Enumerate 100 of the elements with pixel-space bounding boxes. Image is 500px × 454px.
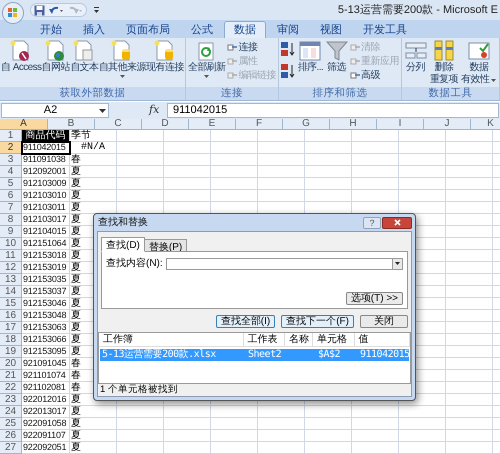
table-cell: 夏	[70, 406, 117, 418]
table-cell: 912153037	[22, 286, 70, 298]
link-icon	[350, 42, 360, 52]
table-cell: 912103010	[22, 190, 70, 202]
column-header[interactable]: D	[142, 119, 189, 130]
column-header[interactable]: A	[0, 119, 48, 130]
ribbon-tab[interactable]: 页面布局	[116, 21, 180, 38]
help-button[interactable]: ?	[363, 216, 381, 228]
table-cell: 912103011	[22, 202, 70, 214]
column-header[interactable]: K	[471, 119, 500, 130]
ribbon-button[interactable]: 数据 有效性	[461, 40, 496, 86]
caret-icon	[120, 75, 125, 78]
ribbon-tab[interactable]: 视图	[310, 21, 352, 38]
ribbon-tab[interactable]: 数据	[224, 21, 266, 38]
column-header[interactable]: J	[424, 119, 471, 130]
ribbon-button[interactable]: 分列	[404, 40, 427, 74]
row-header[interactable]: 3	[0, 154, 22, 166]
ribbon-button[interactable]: 自文本	[70, 40, 98, 74]
row-header[interactable]: 21	[0, 370, 22, 382]
column-header[interactable]: B	[48, 119, 95, 130]
row-header[interactable]: 23	[0, 394, 22, 406]
table-cell: 夏	[70, 418, 117, 430]
table-cell: 912151064	[22, 238, 70, 250]
column-header[interactable]: C	[95, 119, 142, 130]
table-cell: 911042015	[22, 142, 70, 154]
row-header[interactable]: 16	[0, 310, 22, 322]
ribbon-group-label: 获取外部数据	[0, 87, 185, 100]
find-input-field[interactable]	[166, 258, 403, 270]
table-cell: 商品代码	[22, 130, 70, 142]
row-header[interactable]: 18	[0, 334, 22, 346]
column-header[interactable]: E	[189, 119, 236, 130]
column-header[interactable]: F	[236, 119, 283, 130]
row-header[interactable]: 14	[0, 286, 22, 298]
table-cell: 912153048	[22, 310, 70, 322]
row-header[interactable]: 20	[0, 358, 22, 370]
column-header[interactable]: 值	[354, 333, 410, 346]
ribbon-button[interactable]: 高级	[350, 69, 399, 81]
filter-icon	[326, 40, 348, 61]
table-cell: 922013017	[22, 406, 70, 418]
sort-descending-button[interactable]	[281, 64, 296, 78]
name-box[interactable]: A2	[1, 103, 109, 118]
table-cell: 912104015	[22, 226, 70, 238]
row-header[interactable]: 13	[0, 274, 22, 286]
ribbon-button[interactable]: 自网站	[42, 40, 70, 74]
ribbon-tab[interactable]: 插入	[73, 21, 115, 38]
row-header[interactable]: 4	[0, 166, 22, 178]
row-header[interactable]: 22	[0, 382, 22, 394]
row-header[interactable]: 8	[0, 214, 22, 226]
ribbon-button[interactable]: 筛选	[326, 40, 348, 74]
function-label[interactable]: fx	[149, 102, 165, 119]
row-header[interactable]: 2	[0, 142, 22, 154]
column-header[interactable]: 名称	[285, 333, 313, 346]
ribbon-button[interactable]: 删除 重复项	[430, 40, 458, 86]
row-header[interactable]: 6	[0, 190, 22, 202]
dialog-tab[interactable]: 查找(D)	[101, 237, 145, 252]
dialog-button[interactable]: 查找下一个(F)	[281, 315, 354, 328]
dialog-button[interactable]: 查找全部(I)	[216, 315, 276, 328]
row-header[interactable]: 5	[0, 178, 22, 190]
table-cell: 912092001	[22, 166, 70, 178]
row-header[interactable]: 15	[0, 298, 22, 310]
row-header[interactable]: 11	[0, 250, 22, 262]
column-header[interactable]: H	[330, 119, 377, 130]
formula-input[interactable]: 911042015	[167, 103, 499, 118]
row-header[interactable]: 24	[0, 406, 22, 418]
sort-ascending-button[interactable]	[281, 42, 296, 56]
row-header[interactable]: 25	[0, 418, 22, 430]
ribbon-tab[interactable]: 开发工具	[353, 21, 417, 38]
row-header[interactable]: 26	[0, 430, 22, 442]
ribbon-tab[interactable]: 开始	[30, 21, 72, 38]
table-cell: 春	[70, 154, 117, 166]
sort-ascending-icon	[281, 42, 296, 56]
table-cell: #N/A	[70, 142, 117, 154]
row-header[interactable]: 27	[0, 442, 22, 454]
column-header[interactable]: 工作表	[244, 333, 286, 346]
row-header[interactable]: 1	[0, 130, 22, 142]
table-cell: 922091058	[22, 418, 70, 430]
table-cell: 夏	[70, 430, 117, 442]
row-header[interactable]: 17	[0, 322, 22, 334]
column-header[interactable]: G	[283, 119, 330, 130]
column-header[interactable]: 单元格	[312, 333, 355, 346]
row-header[interactable]: 10	[0, 238, 22, 250]
table-cell: 912153063	[22, 322, 70, 334]
ribbon-tab[interactable]: 公式	[181, 21, 223, 38]
column-header[interactable]: 工作簿	[99, 333, 244, 346]
options-button[interactable]: 选项(T) >>	[346, 292, 403, 305]
ribbon-button[interactable]: 排序...	[298, 40, 324, 74]
ribbon-button[interactable]: 连接	[227, 41, 276, 53]
row-header[interactable]: 12	[0, 262, 22, 274]
ribbon-button[interactable]: 自 Access	[1, 40, 42, 74]
row-header[interactable]: 19	[0, 346, 22, 358]
column-header[interactable]: I	[377, 119, 424, 130]
ribbon-button[interactable]: 全部刷新	[188, 40, 226, 78]
ribbon-tab[interactable]: 审阅	[267, 21, 309, 38]
ribbon-button[interactable]: 自其他来源	[98, 40, 146, 78]
ribbon-button[interactable]: 现有连接	[146, 40, 184, 74]
row-header[interactable]: 9	[0, 226, 22, 238]
row-header[interactable]: 7	[0, 202, 22, 214]
dialog-button[interactable]: 关闭	[360, 315, 408, 328]
ribbon-group-label: 连接	[186, 87, 278, 100]
close-button[interactable]	[382, 216, 412, 228]
